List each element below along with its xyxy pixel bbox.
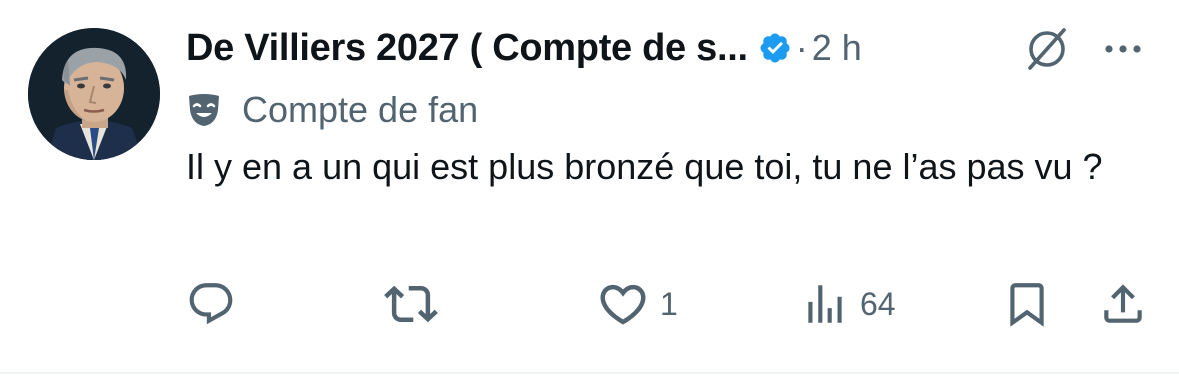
account-label-text: Compte de fan xyxy=(242,89,479,130)
tweet-header: De Villiers 2027 ( Compte de s... · 2 h xyxy=(186,22,862,74)
share-icon xyxy=(1104,284,1142,323)
author-name[interactable]: De Villiers 2027 ( Compte de s... xyxy=(186,27,748,70)
like-button[interactable]: 1 xyxy=(596,276,678,332)
bookmark-button[interactable] xyxy=(1002,276,1052,332)
views-count: 64 xyxy=(860,285,896,322)
theater-mask-icon xyxy=(186,92,222,128)
account-label[interactable]: Compte de fan xyxy=(186,84,478,136)
grok-icon[interactable] xyxy=(1022,24,1072,74)
share-button[interactable] xyxy=(1098,276,1148,332)
reply-button[interactable] xyxy=(186,276,246,332)
avatar-portrait-image xyxy=(28,28,160,160)
verified-badge-icon[interactable] xyxy=(758,31,792,65)
tweet-time[interactable]: 2 h xyxy=(812,27,862,69)
heart-icon xyxy=(600,284,646,325)
views-icon xyxy=(808,285,842,323)
retweet-button[interactable] xyxy=(384,276,448,332)
reply-icon xyxy=(189,283,233,325)
bookmark-icon xyxy=(1010,283,1044,327)
avatar[interactable] xyxy=(28,28,160,160)
more-icon[interactable] xyxy=(1098,24,1148,74)
like-count: 1 xyxy=(660,285,678,322)
tweet-text: Il y en a un qui est plus bronzé que toi… xyxy=(186,146,1103,187)
tweet[interactable]: De Villiers 2027 ( Compte de s... · 2 h xyxy=(0,0,1179,374)
retweet-icon xyxy=(384,285,438,323)
header-separator: · xyxy=(795,27,808,68)
action-bar: 1 64 xyxy=(0,276,1179,332)
views-button[interactable]: 64 xyxy=(800,276,896,332)
